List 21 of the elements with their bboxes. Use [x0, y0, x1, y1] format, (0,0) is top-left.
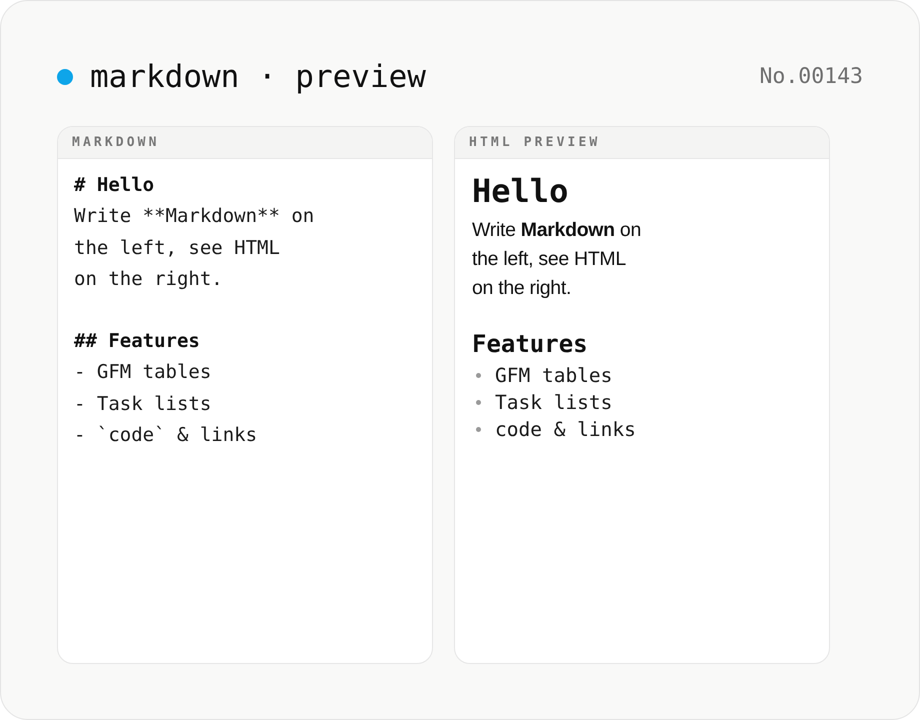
bullet-icon [476, 373, 481, 378]
source-line: the left, see HTML [74, 236, 280, 261]
source-line: ## Features [74, 329, 200, 354]
bullet-icon [476, 400, 481, 405]
preview-heading: Hello [472, 171, 568, 211]
list-item-text: GFM tables [495, 363, 612, 389]
source-line: on the right. [74, 266, 223, 292]
source-line: - Task lists [74, 392, 212, 417]
panel-title: HTML PREVIEW [469, 134, 600, 152]
source-line: Write **Markdown** on [74, 204, 314, 230]
app-title: markdown · preview [90, 58, 426, 97]
panel-title: MARKDOWN [72, 134, 160, 152]
list-item-text: Task lists [495, 390, 612, 416]
source-line: # Hello [74, 173, 154, 198]
document-number: No.00143 [759, 62, 863, 91]
list-item-text: code & links [495, 417, 636, 443]
preview-paragraph: Write Markdown on the left, see HTML on the right. [472, 218, 642, 301]
preview-subheading: Features [472, 329, 588, 360]
source-line: - `code` & links [74, 423, 258, 448]
source-line: - GFM tables [74, 360, 212, 386]
bullet-icon [476, 427, 481, 432]
